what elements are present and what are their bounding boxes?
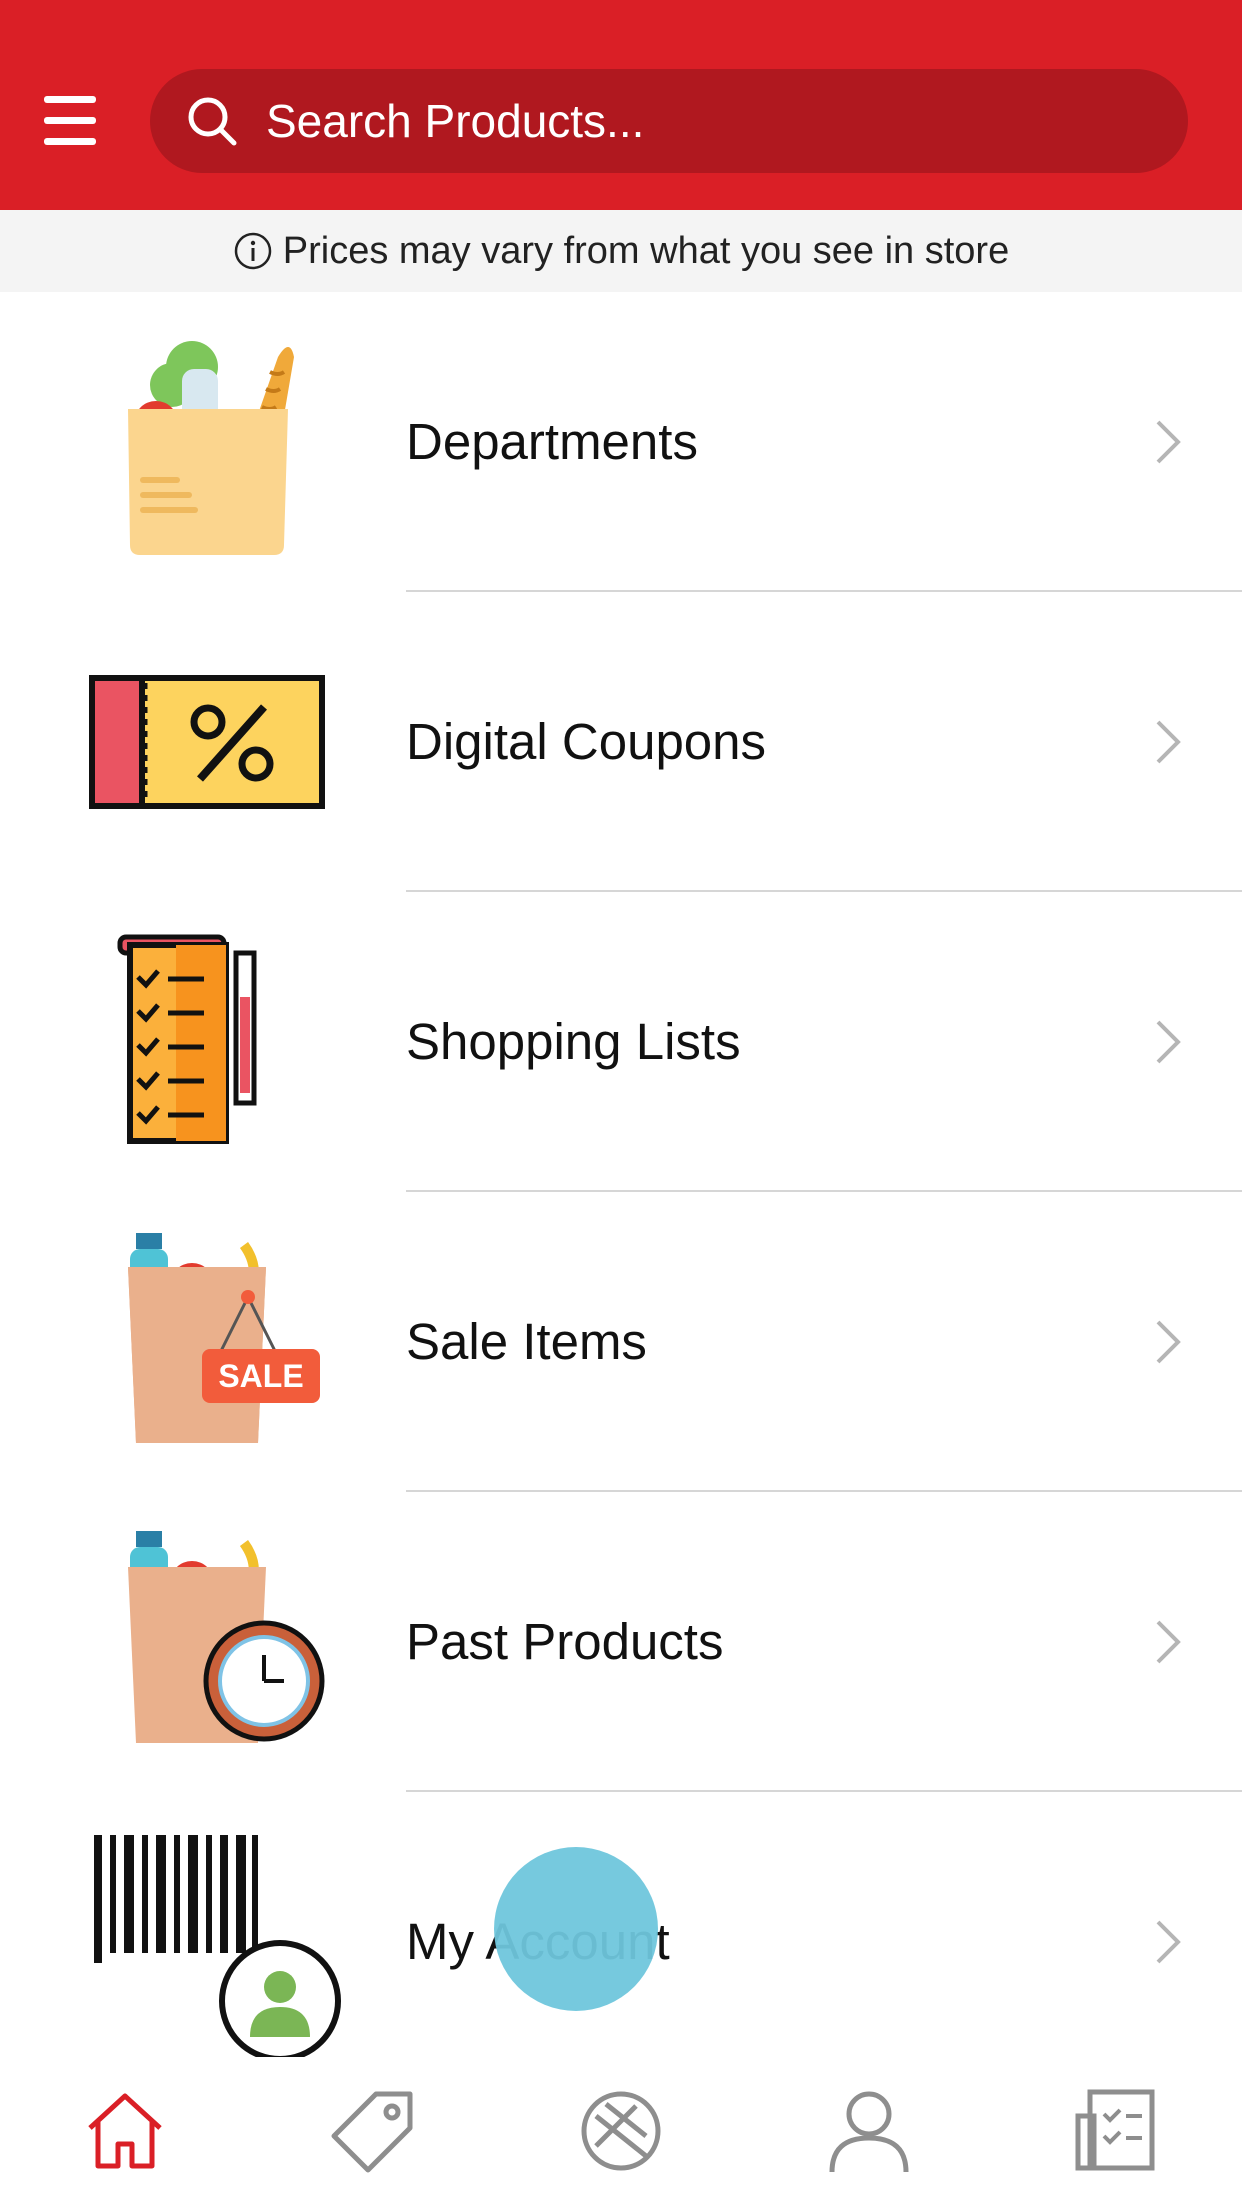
list-icon[interactable] <box>1072 2086 1162 2176</box>
sale-badge-text: SALE <box>218 1358 303 1394</box>
menu-item-label: Past Products <box>406 1613 724 1670</box>
app-header <box>0 0 1242 210</box>
menu-item-label: Sale Items <box>406 1313 647 1370</box>
search-input[interactable] <box>266 69 1146 173</box>
touch-indicator <box>494 1847 658 2011</box>
info-icon <box>234 232 271 270</box>
menu-item-past-products[interactable]: Past Products <box>0 1492 1242 1792</box>
chevron-right-icon <box>1156 1020 1181 1064</box>
grocery-bag-icon <box>128 341 294 555</box>
home-icon[interactable] <box>80 2086 170 2176</box>
menu-item-label: Shopping Lists <box>406 1013 741 1070</box>
chevron-right-icon <box>1156 720 1181 764</box>
bag-clock-icon <box>128 1531 325 1743</box>
bottom-tab-bar <box>0 2062 1242 2208</box>
menu-item-label: Digital Coupons <box>406 713 767 770</box>
chevron-right-icon <box>1156 1920 1181 1964</box>
chevron-right-icon <box>1156 1620 1181 1664</box>
checklist-scroll-icon <box>117 934 257 1144</box>
scan-icon[interactable] <box>576 2086 666 2176</box>
tag-icon[interactable] <box>328 2086 418 2176</box>
menu-item-digital-coupons[interactable]: Digital Coupons <box>0 592 1242 892</box>
sale-bag-icon: SALE <box>128 1233 320 1443</box>
price-notice-banner: Prices may vary from what you see in sto… <box>0 210 1242 292</box>
menu-item-departments[interactable]: Departments <box>0 292 1242 592</box>
search-icon <box>188 97 237 146</box>
coupon-percent-icon <box>89 675 325 809</box>
menu-item-shopping-lists[interactable]: Shopping Lists <box>0 892 1242 1192</box>
search-bar[interactable] <box>150 69 1188 173</box>
notice-text: Prices may vary from what you see in sto… <box>282 229 1010 272</box>
menu-item-label: Departments <box>406 413 698 470</box>
account-icon[interactable] <box>824 2086 914 2176</box>
chevron-right-icon <box>1156 420 1181 464</box>
hamburger-menu-icon[interactable] <box>44 96 96 146</box>
chevron-right-icon <box>1156 1320 1181 1364</box>
barcode-user-icon <box>94 1835 341 2057</box>
menu-item-sale-items[interactable]: SALE Sale Items <box>0 1192 1242 1492</box>
